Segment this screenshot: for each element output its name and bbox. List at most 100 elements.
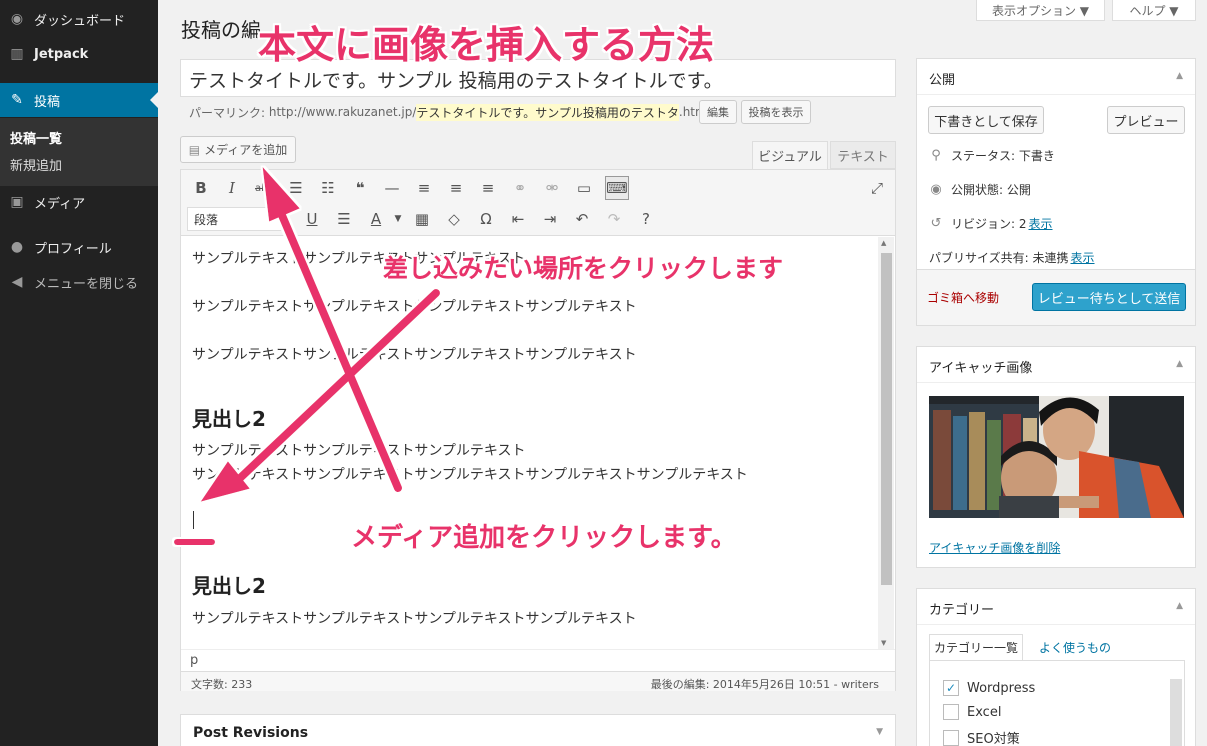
- publicize-row: パブリサイズ共有: 未連携 表示: [929, 249, 1095, 266]
- remove-featured-link[interactable]: アイキャッチ画像を削除: [929, 539, 1060, 556]
- align-right-icon[interactable]: ≡: [477, 177, 499, 199]
- outdent-icon[interactable]: ⇤: [507, 208, 529, 230]
- revisions-box[interactable]: Post Revisions ▼: [180, 714, 896, 746]
- paragraph-line: サンプルテキストサンプルテキストサンプルテキストサンプルテキスト: [192, 611, 637, 627]
- chevron-down-icon[interactable]: ▼: [876, 727, 883, 737]
- jetpack-icon: ▥: [10, 46, 24, 62]
- text-color-icon[interactable]: A: [365, 208, 387, 230]
- read-more-icon[interactable]: ▭: [573, 177, 595, 199]
- numbered-list-icon[interactable]: ☷: [317, 177, 339, 199]
- save-draft-button[interactable]: 下書きとして保存: [928, 106, 1044, 134]
- media-icon: ▣: [10, 194, 24, 210]
- help-icon[interactable]: ?: [635, 208, 657, 230]
- dashboard-icon: ◉: [10, 11, 24, 27]
- sidebar-item-dashboard[interactable]: ◉ ダッシュボード: [0, 2, 158, 36]
- align-left-icon[interactable]: ≡: [413, 177, 435, 199]
- collapse-icon[interactable]: ▲: [1176, 359, 1183, 369]
- collapse-icon[interactable]: ▲: [1176, 601, 1183, 611]
- special-character-icon[interactable]: Ω: [475, 208, 497, 230]
- categories-box: カテゴリー ▲ カテゴリー一覧 よく使うもの ✓ Wordpress Excel…: [916, 588, 1196, 746]
- publish-title: 公開: [917, 59, 1195, 95]
- annotation-headline: 本文に画像を挿入する方法: [258, 23, 715, 67]
- category-scrollbar[interactable]: [1170, 679, 1182, 746]
- view-post-button[interactable]: 投稿を表示: [741, 100, 811, 124]
- clear-formatting-icon[interactable]: ◇: [443, 208, 465, 230]
- align-center-icon[interactable]: ≡: [445, 177, 467, 199]
- submit-review-button[interactable]: レビュー待ちとして送信: [1032, 283, 1186, 311]
- preview-button[interactable]: プレビュー: [1107, 106, 1185, 134]
- heading-2: 見出し2: [192, 407, 266, 431]
- element-path: p: [181, 649, 895, 671]
- link-icon[interactable]: ⚭: [509, 177, 531, 199]
- status-text: ステータス: 下書き: [951, 149, 1055, 163]
- category-label: Excel: [967, 704, 1002, 720]
- horizontal-rule-icon[interactable]: —: [381, 177, 403, 199]
- tab-all-categories[interactable]: カテゴリー一覧: [929, 634, 1023, 660]
- revisions-title: Post Revisions: [193, 725, 309, 741]
- status-row: ⚲ ステータス: 下書き: [929, 147, 1055, 164]
- revisions-link[interactable]: 表示: [1029, 215, 1053, 232]
- checkbox[interactable]: [943, 704, 959, 720]
- eye-icon: ◉: [930, 182, 942, 197]
- categories-title: カテゴリー: [917, 589, 1195, 625]
- tab-popular-categories[interactable]: よく使うもの: [1025, 634, 1125, 660]
- category-item[interactable]: ✓ Wordpress: [943, 680, 1035, 696]
- featured-title: アイキャッチ画像: [917, 347, 1195, 383]
- format-select[interactable]: 段落: [187, 207, 287, 231]
- scroll-down-icon[interactable]: ▼: [881, 639, 886, 647]
- bold-icon[interactable]: B: [190, 177, 212, 199]
- add-media-label: メディアを追加: [204, 143, 288, 157]
- checkbox-checked[interactable]: ✓: [943, 680, 959, 696]
- redo-icon[interactable]: ↷: [603, 208, 625, 230]
- indent-icon[interactable]: ⇥: [539, 208, 561, 230]
- sidebar-item-profile[interactable]: ● プロフィール: [0, 230, 158, 264]
- strikethrough-icon[interactable]: abc: [253, 177, 275, 199]
- visibility-text: 公開状態: 公開: [951, 183, 1031, 197]
- editor-content[interactable]: サンプルテキストサンプルテキストサンプルテキスト サンプルテキストサンプルテキス…: [181, 237, 879, 649]
- bullet-list-icon[interactable]: ☰: [285, 177, 307, 199]
- chevron-down-icon[interactable]: ▼: [387, 208, 409, 230]
- sidebar-item-media[interactable]: ▣ メディア: [0, 185, 158, 219]
- permalink-slug[interactable]: テストタイトルです。サンプル投稿用のテストタ: [416, 103, 679, 121]
- posts-submenu: 投稿一覧 新規追加: [0, 118, 158, 186]
- add-media-button[interactable]: ▤ メディアを追加: [180, 136, 296, 163]
- underline-icon[interactable]: U: [301, 208, 323, 230]
- tab-visual[interactable]: ビジュアル: [752, 141, 828, 169]
- paste-text-icon[interactable]: ▦: [411, 208, 433, 230]
- category-label: Wordpress: [967, 680, 1036, 696]
- editor-scrollbar[interactable]: ▲ ▼: [878, 237, 894, 649]
- toolbar-toggle-icon[interactable]: ⌨: [605, 176, 629, 200]
- checkbox[interactable]: [943, 729, 959, 746]
- help-button[interactable]: ヘルプ ▼: [1112, 0, 1196, 21]
- sidebar-item-jetpack[interactable]: ▥ Jetpack: [0, 37, 158, 71]
- category-item[interactable]: Excel: [943, 704, 1001, 720]
- submenu-add-new[interactable]: 新規追加: [10, 155, 62, 174]
- category-item[interactable]: SEO対策: [943, 728, 1020, 746]
- tab-text[interactable]: テキスト: [830, 141, 896, 169]
- publicize-text: パブリサイズ共有: 未連携: [929, 251, 1069, 265]
- category-label: SEO対策: [967, 732, 1020, 746]
- permalink-label: パーマリンク:: [189, 105, 266, 120]
- submenu-all-posts[interactable]: 投稿一覧: [10, 128, 62, 147]
- justify-icon[interactable]: ☰: [333, 208, 355, 230]
- trash-link[interactable]: ゴミ箱へ移動: [927, 289, 999, 306]
- scroll-thumb[interactable]: [881, 253, 892, 585]
- publicize-link[interactable]: 表示: [1071, 249, 1095, 266]
- pin-icon: ✎: [11, 92, 23, 108]
- sidebar-item-label: メディア: [34, 196, 86, 212]
- sidebar-item-posts[interactable]: ✎ 投稿: [0, 83, 158, 117]
- sidebar-item-collapse[interactable]: ◀ メニューを閉じる: [0, 265, 158, 299]
- collapse-icon[interactable]: ▲: [1176, 71, 1183, 81]
- blockquote-icon[interactable]: ❝: [349, 177, 371, 199]
- text-cursor: [193, 511, 194, 529]
- scroll-up-icon[interactable]: ▲: [881, 239, 886, 247]
- undo-icon[interactable]: ↶: [571, 208, 593, 230]
- fullscreen-icon[interactable]: ⤢: [866, 177, 888, 199]
- publish-box: 公開 ▲ 下書きとして保存 プレビュー ⚲ ステータス: 下書き ◉ 公開状態:…: [916, 58, 1196, 326]
- featured-image[interactable]: [929, 396, 1184, 518]
- screen-options-button[interactable]: 表示オプション ▼: [976, 0, 1105, 21]
- italic-icon[interactable]: I: [221, 177, 243, 199]
- edit-permalink-button[interactable]: 編集: [699, 100, 737, 124]
- editor-toolbar: B I abc ☰ ☷ ❝ — ≡ ≡ ≡ ⚭ ⚮ ▭ ⌨ ⤢ 段落 U ☰ A…: [181, 170, 895, 236]
- unlink-icon[interactable]: ⚮: [541, 177, 563, 199]
